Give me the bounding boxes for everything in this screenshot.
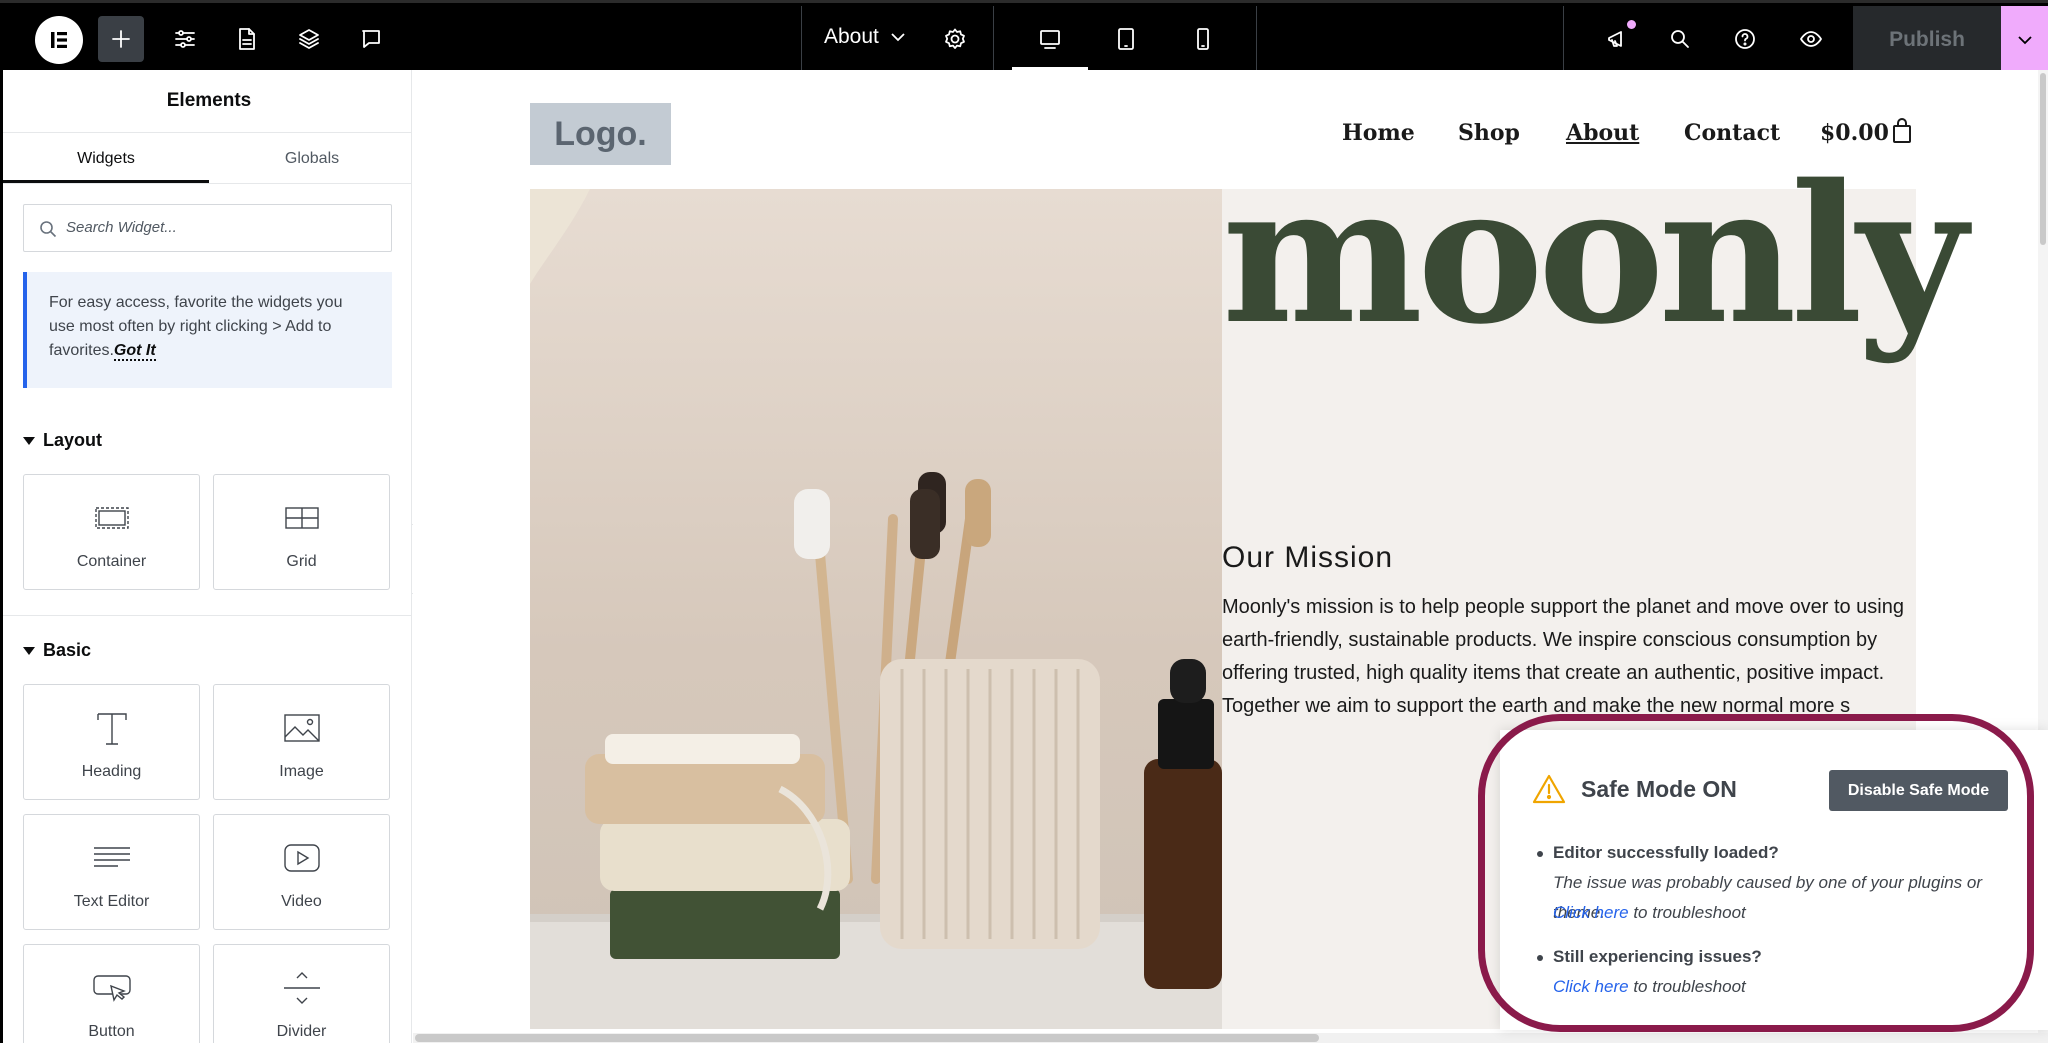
widget-container[interactable]: Container bbox=[23, 474, 200, 590]
page-name[interactable]: About bbox=[824, 25, 879, 49]
panel-title: Elements bbox=[166, 90, 252, 111]
site-logo[interactable]: Logo. bbox=[530, 103, 671, 165]
publish-button[interactable]: Publish bbox=[1853, 6, 2001, 73]
image-icon bbox=[214, 705, 389, 751]
divider bbox=[1256, 6, 1257, 73]
divider bbox=[3, 615, 411, 616]
caret-down-icon bbox=[23, 437, 35, 446]
widget-button[interactable]: Button bbox=[23, 944, 200, 1043]
site-settings-icon[interactable] bbox=[162, 16, 208, 62]
desktop-icon[interactable] bbox=[1027, 16, 1073, 62]
divider bbox=[3, 132, 411, 133]
grid-icon bbox=[214, 495, 389, 541]
widget-label: Button bbox=[88, 1023, 135, 1040]
divider bbox=[1563, 6, 1564, 73]
button-icon bbox=[24, 965, 199, 1011]
top-bar: About Publish bbox=[0, 0, 2048, 73]
text-editor-icon bbox=[24, 835, 199, 881]
editor-window: About Publish Elements Widgets Globals S… bbox=[0, 0, 2048, 1043]
elements-panel: Elements Widgets Globals Search Widget..… bbox=[0, 70, 412, 1043]
widget-label: Image bbox=[279, 763, 324, 780]
hero-image[interactable] bbox=[530, 189, 1222, 1029]
got-it-link[interactable]: Got It bbox=[113, 342, 156, 361]
search-widget-input[interactable]: Search Widget... bbox=[23, 204, 392, 252]
widget-grid[interactable]: Grid bbox=[213, 474, 390, 590]
widget-divider[interactable]: Divider bbox=[213, 944, 390, 1043]
widget-label: Heading bbox=[81, 763, 142, 780]
divider-icon bbox=[214, 965, 389, 1011]
tab-globals[interactable]: Globals bbox=[209, 134, 411, 184]
search-placeholder: Search Widget... bbox=[66, 219, 177, 236]
chevron-down-icon[interactable] bbox=[2001, 6, 2048, 73]
heading-icon bbox=[24, 705, 199, 751]
widget-heading[interactable]: Heading bbox=[23, 684, 200, 800]
structure-icon[interactable] bbox=[223, 16, 269, 62]
section-basic-header[interactable]: Basic bbox=[23, 640, 91, 661]
tablet-icon[interactable] bbox=[1103, 16, 1149, 62]
widget-label: Grid bbox=[286, 553, 317, 570]
elementor-logo-icon[interactable] bbox=[35, 16, 83, 64]
highlight-ring bbox=[1478, 714, 2034, 1032]
comments-icon[interactable] bbox=[348, 16, 394, 62]
chevron-down-icon[interactable] bbox=[888, 27, 908, 52]
divider bbox=[801, 6, 802, 73]
widget-image[interactable]: Image bbox=[213, 684, 390, 800]
caret-down-icon bbox=[23, 647, 35, 656]
widget-label: Container bbox=[76, 553, 147, 570]
notification-dot bbox=[1627, 20, 1636, 29]
mission-heading[interactable]: Our Mission bbox=[1222, 541, 1393, 575]
search-icon[interactable] bbox=[1657, 16, 1703, 62]
divider bbox=[3, 183, 411, 184]
divider bbox=[993, 6, 994, 73]
section-title: Basic bbox=[43, 640, 92, 660]
widget-label: Text Editor bbox=[73, 893, 150, 910]
mission-text[interactable]: Moonly's mission is to help people suppo… bbox=[1222, 591, 1912, 723]
search-icon bbox=[40, 221, 57, 238]
layers-icon[interactable] bbox=[286, 16, 332, 62]
help-icon[interactable] bbox=[1722, 16, 1768, 62]
favorites-tip: For easy access, favorite the widgets yo… bbox=[23, 272, 392, 388]
tip-text: For easy access, favorite the widgets yo… bbox=[49, 294, 343, 359]
section-layout-header[interactable]: Layout bbox=[23, 430, 102, 451]
widget-label: Video bbox=[281, 893, 322, 910]
section-title: Layout bbox=[43, 430, 103, 450]
widget-text-editor[interactable]: Text Editor bbox=[23, 814, 200, 930]
tab-widgets[interactable]: Widgets bbox=[3, 134, 209, 184]
widget-video[interactable]: Video bbox=[213, 814, 390, 930]
video-icon bbox=[214, 835, 389, 881]
brand-heading[interactable]: moonly bbox=[1222, 160, 1967, 350]
bathroom-products-photo bbox=[530, 189, 1222, 1029]
preview-icon[interactable] bbox=[1788, 16, 1834, 62]
scrollbar-thumb[interactable] bbox=[415, 1034, 1319, 1042]
scrollbar-thumb[interactable] bbox=[2040, 73, 2046, 245]
page-settings-icon[interactable] bbox=[932, 16, 978, 62]
add-element-icon[interactable] bbox=[98, 16, 144, 62]
mobile-icon[interactable] bbox=[1180, 16, 1226, 62]
container-icon bbox=[24, 495, 199, 541]
widget-label: Divider bbox=[276, 1023, 327, 1040]
